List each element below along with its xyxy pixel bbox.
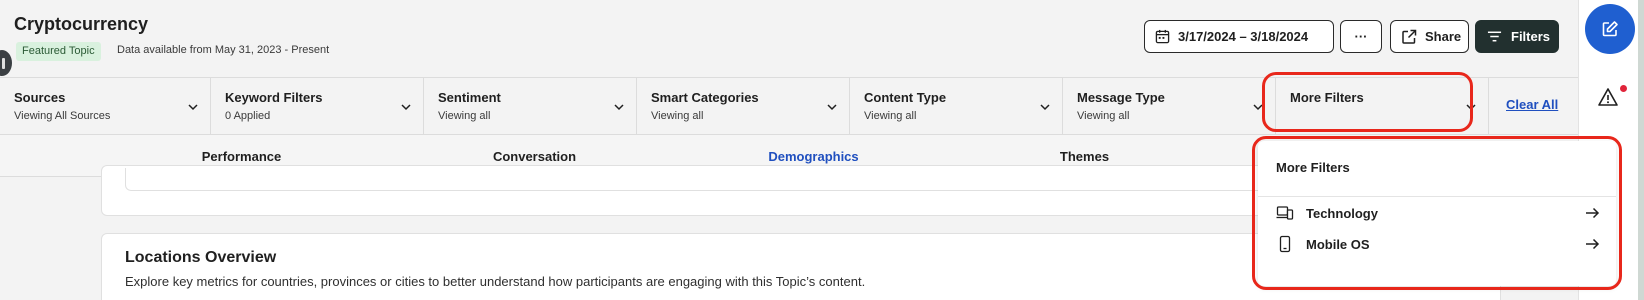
filter-message-type[interactable]: Message Type Viewing all xyxy=(1063,78,1276,135)
locations-overview-subtitle: Explore key metrics for countries, provi… xyxy=(125,274,866,289)
filter-keyword[interactable]: Keyword Filters 0 Applied xyxy=(211,78,424,135)
filter-name: Sources xyxy=(14,90,66,105)
collapse-handle[interactable] xyxy=(0,48,14,78)
filter-smart-categories[interactable]: Smart Categories Viewing all xyxy=(637,78,850,135)
filter-name: Keyword Filters xyxy=(225,90,323,105)
highlight-dropdown-panel xyxy=(1252,136,1622,290)
share-button[interactable]: Share xyxy=(1390,20,1469,53)
chevron-down-icon xyxy=(1040,104,1050,111)
filter-sentiment[interactable]: Sentiment Viewing all xyxy=(424,78,637,135)
featured-badge: Featured Topic xyxy=(16,42,101,61)
share-label: Share xyxy=(1425,29,1462,44)
handle-grip-icon xyxy=(2,58,5,69)
ellipsis-icon: ··· xyxy=(1354,29,1368,44)
filter-name: Content Type xyxy=(864,90,947,105)
page-title: Cryptocurrency xyxy=(14,14,149,34)
filter-lines-icon xyxy=(1487,31,1502,42)
filter-name: Message Type xyxy=(1077,90,1165,105)
filter-value: Viewing all xyxy=(651,110,704,122)
filters-button[interactable]: Filters xyxy=(1475,20,1559,53)
filter-value: Viewing all xyxy=(1077,110,1130,122)
rail-edge xyxy=(1638,0,1644,300)
data-availability-text: Data available from May 31, 2023 - Prese… xyxy=(117,44,330,56)
share-icon xyxy=(1402,29,1417,44)
date-range-button[interactable]: 3/17/2024 – 3/18/2024 xyxy=(1144,20,1334,53)
edit-icon xyxy=(1602,21,1618,37)
filter-name: Sentiment xyxy=(438,90,501,105)
clear-all-link[interactable]: Clear All xyxy=(1506,97,1558,112)
highlight-more-filters xyxy=(1262,72,1473,132)
calendar-icon xyxy=(1155,29,1170,44)
filter-value: 0 Applied xyxy=(225,110,271,122)
date-range-label: 3/17/2024 – 3/18/2024 xyxy=(1178,29,1309,44)
notification-dot xyxy=(1620,85,1627,92)
alert-triangle-icon[interactable] xyxy=(1597,86,1619,108)
locations-overview-title: Locations Overview xyxy=(125,249,277,266)
chevron-down-icon xyxy=(188,104,198,111)
chevron-down-icon xyxy=(614,104,624,111)
app-root: Cryptocurrency Featured Topic Data avail… xyxy=(0,0,1644,300)
filters-label: Filters xyxy=(1511,29,1551,44)
filter-value: Viewing all xyxy=(864,110,917,122)
filter-value: Viewing All Sources xyxy=(14,110,111,122)
filter-name: Smart Categories xyxy=(651,90,759,105)
filter-content-type[interactable]: Content Type Viewing all xyxy=(850,78,1063,135)
filter-value: Viewing all xyxy=(438,110,491,122)
chevron-down-icon xyxy=(827,104,837,111)
compose-button[interactable] xyxy=(1585,4,1635,54)
chevron-down-icon xyxy=(401,104,411,111)
more-options-button[interactable]: ··· xyxy=(1340,20,1382,53)
topic-header: Cryptocurrency Featured Topic Data avail… xyxy=(0,0,1580,78)
filter-sources[interactable]: Sources Viewing All Sources xyxy=(0,78,211,135)
